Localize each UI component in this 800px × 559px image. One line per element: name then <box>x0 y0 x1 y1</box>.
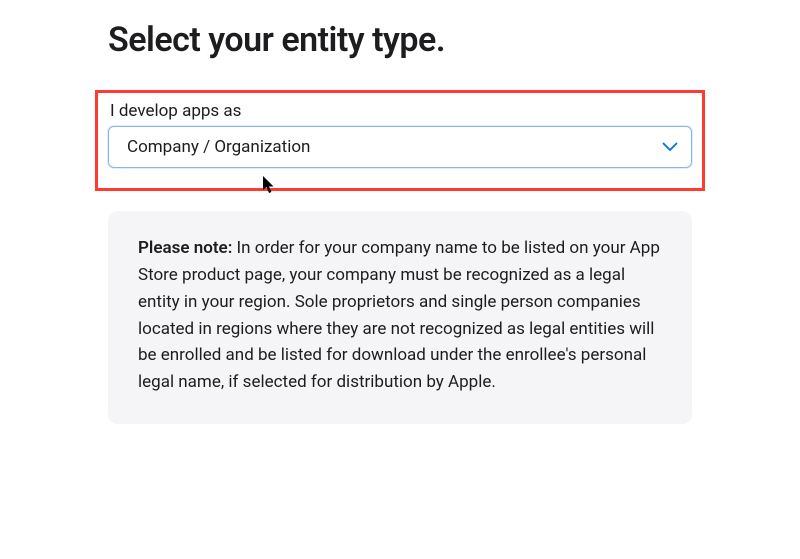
note-prefix: Please note: <box>138 238 232 258</box>
note-box: Please note: In order for your company n… <box>108 211 692 424</box>
main-container: Select your entity type. I develop apps … <box>0 0 800 424</box>
note-text: Please note: In order for your company n… <box>138 235 662 396</box>
entity-type-label: I develop apps as <box>110 101 692 121</box>
page-title: Select your entity type. <box>108 20 692 60</box>
highlight-annotation: I develop apps as Company / Organization <box>95 90 705 191</box>
note-body: In order for your company name to be lis… <box>138 238 660 392</box>
entity-type-select[interactable]: Company / Organization <box>108 126 692 168</box>
entity-type-select-wrapper: Company / Organization <box>108 126 692 168</box>
